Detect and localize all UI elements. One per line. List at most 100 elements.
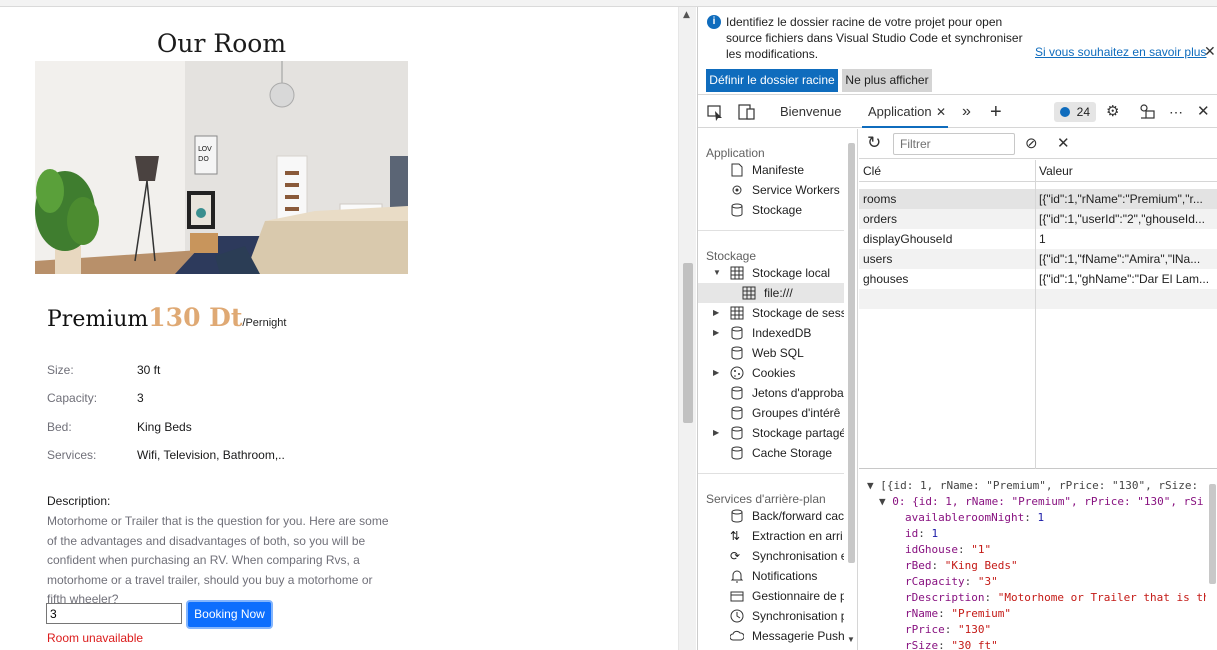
- sidebar-item-back-forward-cache[interactable]: Back/forward cac: [698, 506, 844, 526]
- nights-input[interactable]: [46, 603, 182, 624]
- sidebar-item-periodic-sync[interactable]: Synchronisation p: [698, 606, 844, 626]
- spec-services: Services: Wifi, Television, Bathroom,..: [47, 448, 285, 462]
- description-label: Description:: [47, 494, 111, 508]
- sidebar-item-background-fetch[interactable]: ⇅ Extraction en arri: [698, 526, 844, 546]
- sidebar-section-background-services: Services d'arrière-plan: [706, 492, 826, 506]
- booking-now-button[interactable]: Booking Now: [186, 600, 273, 629]
- filter-input[interactable]: [893, 133, 1015, 155]
- row-value: [{"id":1,"ghName":"Dar El Lam...: [1039, 272, 1210, 286]
- scrollbar-thumb[interactable]: [683, 263, 693, 423]
- database-icon: [731, 426, 743, 440]
- table-row[interactable]: displayGhouseId 1: [859, 229, 1217, 249]
- row-key: displayGhouseId: [863, 232, 953, 246]
- issues-count: 24: [1076, 105, 1090, 119]
- expand-arrow-icon[interactable]: ▶: [713, 323, 719, 343]
- expand-arrow-icon[interactable]: ▶: [713, 303, 719, 323]
- description-text: Motorhome or Trailer that is the questio…: [47, 514, 389, 606]
- sidebar-item-local-storage-file[interactable]: file:///: [698, 283, 844, 303]
- more-options-icon[interactable]: ⋯: [1169, 96, 1184, 128]
- prop-value: "1": [971, 543, 992, 556]
- learn-more-link[interactable]: Si vous souhaitez en savoir plus: [1035, 45, 1206, 59]
- room-unavailable-message: Room unavailable: [47, 631, 144, 645]
- sidebar-item-trust-tokens[interactable]: Jetons d'approba: [698, 383, 844, 403]
- database-icon: [731, 203, 743, 217]
- sidebar-item-service-workers[interactable]: Service Workers: [698, 180, 844, 200]
- settings-gear-icon[interactable]: ⚙: [1106, 96, 1119, 128]
- sidebar-item-label: Stockage: [752, 203, 803, 217]
- prop-value: 1: [931, 527, 939, 540]
- prop-key: rDescription: [905, 591, 985, 604]
- more-tabs-icon[interactable]: »: [962, 96, 971, 128]
- row-value: [{"id":1,"userId":"2","ghouseId...: [1039, 212, 1205, 226]
- sidebar-item-label: Back/forward cac: [752, 509, 844, 523]
- sidebar-item-interest-groups[interactable]: Groupes d'intérê: [698, 403, 844, 423]
- sidebar-item-cache-storage[interactable]: Cache Storage: [698, 443, 844, 463]
- collapse-arrow-icon[interactable]: ▼: [879, 495, 892, 508]
- prop-value: "30 ft": [951, 639, 998, 650]
- preview-scrollbar[interactable]: [1206, 470, 1217, 650]
- info-icon: i: [707, 15, 721, 29]
- preview-prop: availableroomNight: 1: [905, 511, 1045, 524]
- inspect-element-icon[interactable]: [706, 96, 724, 128]
- preview-root-line[interactable]: ▼ [{id: 1, rName: "Premium", rPrice: "13…: [867, 478, 1198, 494]
- sidebar-scrollbar[interactable]: ▼: [845, 129, 857, 650]
- sidebar-item-payment-handler[interactable]: Gestionnaire de p: [698, 586, 844, 606]
- expand-arrow-icon[interactable]: ▼: [713, 263, 721, 283]
- sidebar-item-label: Gestionnaire de p: [752, 589, 844, 603]
- prop-key: id: [905, 527, 919, 540]
- clear-all-icon[interactable]: ⊘: [1025, 134, 1038, 152]
- column-header-key[interactable]: Clé: [863, 161, 881, 181]
- sidebar-item-label: Stockage local: [752, 266, 831, 280]
- preview-prop: id: 1: [905, 527, 939, 540]
- close-devtools-icon[interactable]: ✕: [1197, 96, 1210, 128]
- table-row[interactable]: orders [{"id":1,"userId":"2","ghouseId..…: [859, 209, 1217, 229]
- sidebar-item-storage[interactable]: Stockage: [698, 200, 844, 220]
- scroll-down-arrow-icon[interactable]: ▼: [847, 635, 855, 644]
- sidebar-item-notifications[interactable]: Notifications: [698, 566, 844, 586]
- sidebar-item-manifest[interactable]: Manifeste: [698, 160, 844, 180]
- expand-arrow-icon[interactable]: ▶: [713, 363, 719, 383]
- table-row-empty[interactable]: [859, 289, 1217, 309]
- page-scrollbar[interactable]: ▲: [678, 7, 696, 650]
- sidebar-item-local-storage[interactable]: ▼ Stockage local: [698, 263, 844, 283]
- sidebar-item-background-sync[interactable]: ⟳ Synchronisation e: [698, 546, 844, 566]
- scrollbar-thumb[interactable]: [1209, 484, 1216, 584]
- sidebar-item-push-messaging[interactable]: Messagerie Push: [698, 626, 844, 646]
- sidebar-item-cookies[interactable]: ▶ Cookies: [698, 363, 844, 383]
- delete-selected-icon[interactable]: ✕: [1057, 134, 1070, 152]
- tab-welcome[interactable]: Bienvenue: [780, 96, 841, 128]
- column-divider[interactable]: [1035, 160, 1036, 469]
- set-root-folder-button[interactable]: Définir le dossier racine: [706, 69, 838, 92]
- refresh-icon[interactable]: ↻: [867, 133, 881, 153]
- prop-key: idGhouse: [905, 543, 958, 556]
- room-name: Premium: [47, 307, 149, 332]
- column-header-value[interactable]: Valeur: [1039, 161, 1073, 181]
- dont-show-again-button[interactable]: Ne plus afficher: [842, 69, 932, 92]
- sidebar-item-web-sql[interactable]: Web SQL: [698, 343, 844, 363]
- issues-badge[interactable]: 24: [1054, 102, 1096, 122]
- sync-icon: ⟳: [730, 549, 741, 563]
- scroll-up-arrow-icon[interactable]: ▲: [683, 10, 690, 20]
- table-row[interactable]: rooms [{"id":1,"rName":"Premium","r...: [859, 189, 1217, 209]
- preview-prop: idGhouse: "1": [905, 543, 992, 556]
- file-icon: [731, 163, 743, 177]
- sidebar-item-shared-storage[interactable]: ▶ Stockage partagé: [698, 423, 844, 443]
- table-header: Clé Valeur: [859, 160, 1217, 182]
- device-emulation-icon[interactable]: [738, 96, 756, 128]
- preview-item-line[interactable]: ▼ 0: {id: 1, rName: "Premium", rPrice: "…: [879, 494, 1204, 510]
- collapse-arrow-icon[interactable]: ▼: [867, 479, 880, 492]
- infobar-close-icon[interactable]: ✕: [1204, 43, 1216, 60]
- table-row[interactable]: users [{"id":1,"fName":"Amira","lNa...: [859, 249, 1217, 269]
- table-row[interactable]: ghouses [{"id":1,"ghName":"Dar El Lam...: [859, 269, 1217, 289]
- sidebar-item-label: Stockage partagé: [752, 426, 844, 440]
- message-icon: [1060, 107, 1070, 117]
- sidebar-item-session-storage[interactable]: ▶ Stockage de sess: [698, 303, 844, 323]
- tab-close-icon[interactable]: ✕: [936, 96, 946, 128]
- sidebar-item-indexeddb[interactable]: ▶ IndexedDB: [698, 323, 844, 343]
- expand-arrow-icon[interactable]: ▶: [713, 423, 719, 443]
- add-tab-icon[interactable]: +: [990, 96, 1002, 128]
- tab-application[interactable]: Application ✕: [862, 96, 948, 128]
- scrollbar-thumb[interactable]: [848, 143, 855, 563]
- connect-device-icon[interactable]: [1138, 96, 1156, 128]
- spec-size: Size: 30 ft: [47, 363, 160, 377]
